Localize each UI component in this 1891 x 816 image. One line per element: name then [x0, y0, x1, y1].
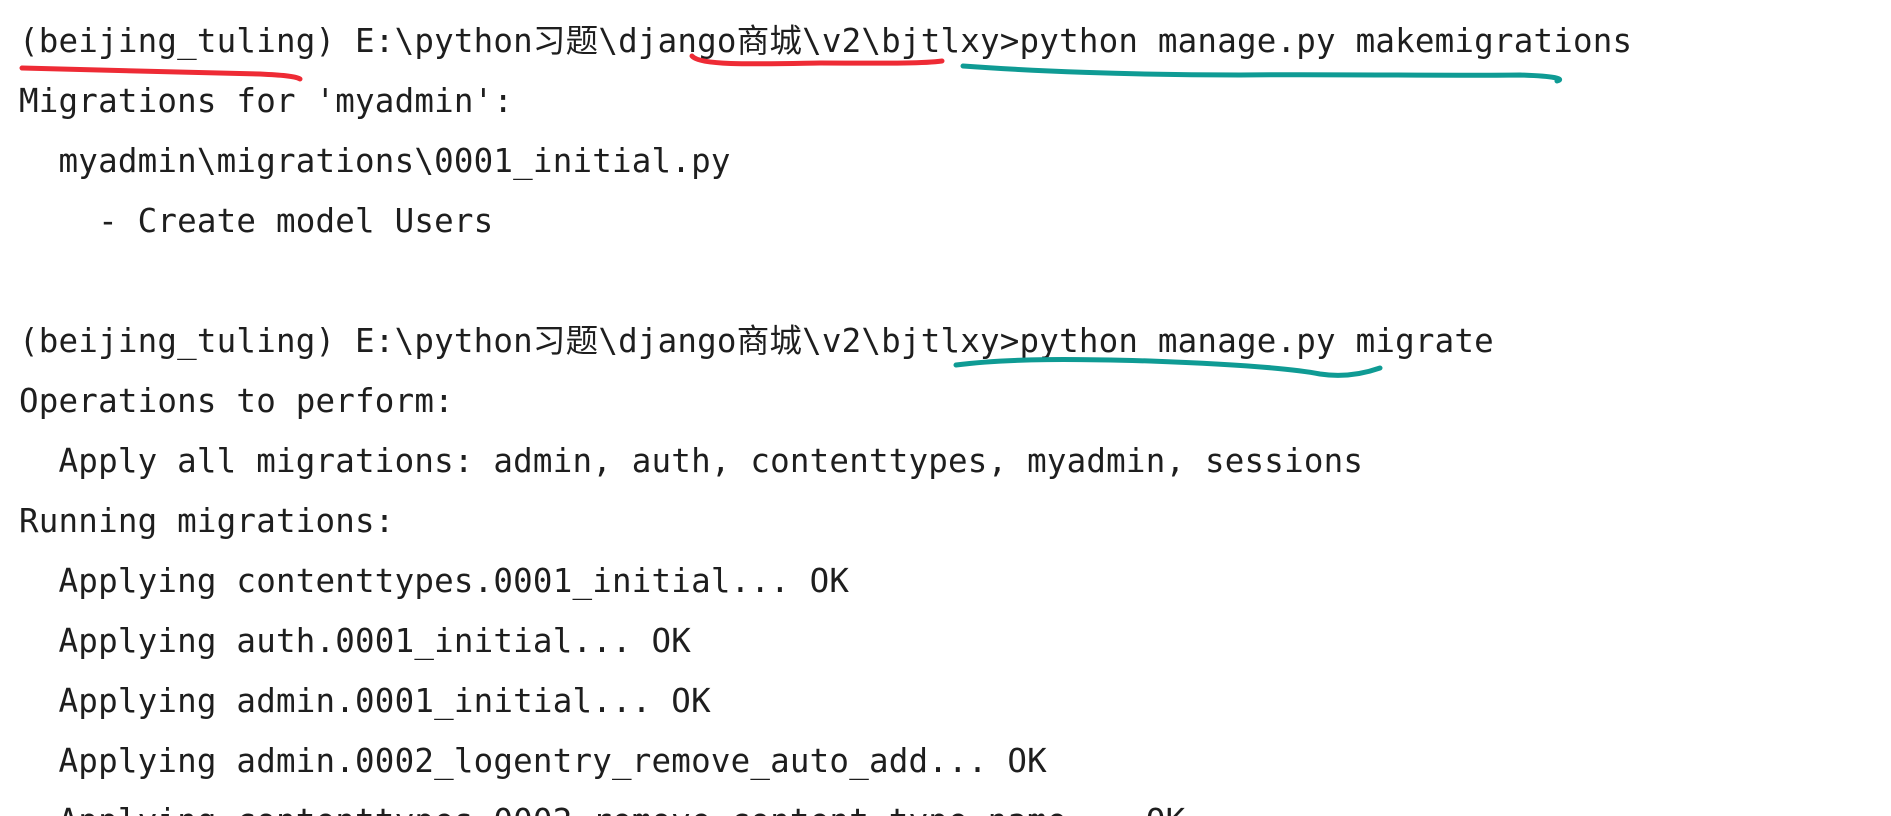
- prompt-line-migrate: (beijing_tuling) E:\python习题\django商城\v2…: [19, 322, 1494, 360]
- output-line: - Create model Users: [19, 202, 494, 240]
- output-line: Applying admin.0002_logentry_remove_auto…: [19, 742, 1047, 780]
- output-line-partial: Applying contenttypes.0002_remove_conten…: [19, 796, 1186, 816]
- output-line: Migrations for 'myadmin':: [19, 82, 514, 120]
- output-line: Applying contenttypes.0001_initial... OK: [19, 562, 850, 600]
- output-line: Running migrations:: [19, 502, 395, 540]
- output-line: Operations to perform:: [19, 382, 454, 420]
- output-line: Applying auth.0001_initial... OK: [19, 622, 692, 660]
- terminal-output: (beijing_tuling) E:\python习题\django商城\v2…: [0, 0, 1891, 816]
- output-line: myadmin\migrations\0001_initial.py: [19, 142, 731, 180]
- prompt-line-makemigrations: (beijing_tuling) E:\python习题\django商城\v2…: [19, 22, 1633, 60]
- output-line: Apply all migrations: admin, auth, conte…: [19, 442, 1364, 480]
- output-line: Applying admin.0001_initial... OK: [19, 682, 711, 720]
